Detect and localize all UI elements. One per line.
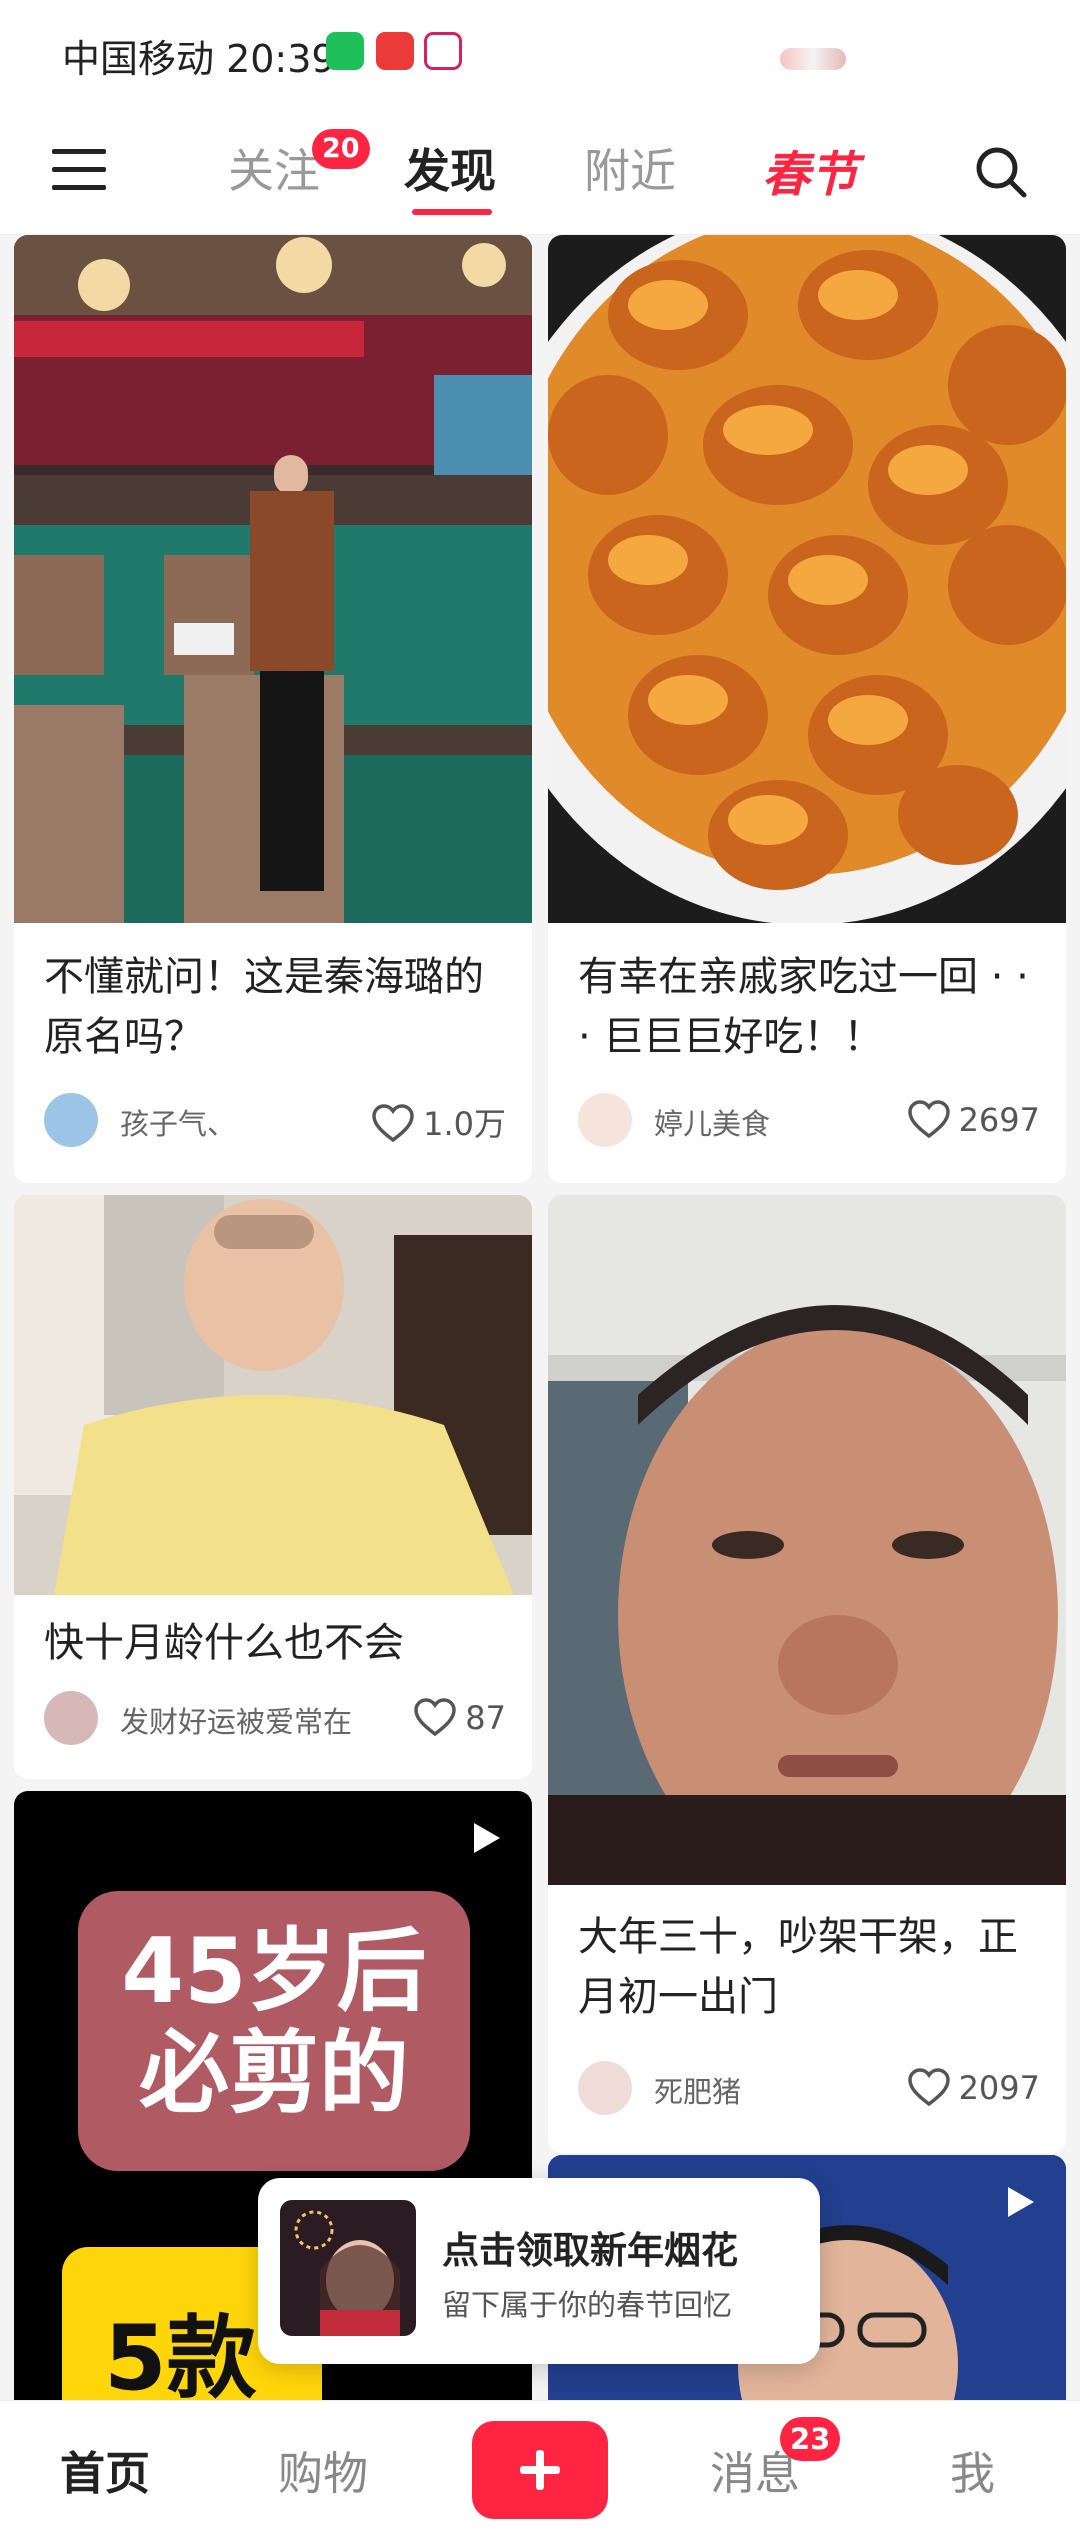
avatar[interactable]	[578, 2061, 632, 2115]
note-cover-image[interactable]	[14, 235, 532, 923]
author-name[interactable]: 婷儿美食	[654, 1101, 770, 1143]
fireworks-promo-popup[interactable]: 点击领取新年烟花 留下属于你的春节回忆	[258, 2178, 820, 2364]
video-cover-text: 45岁后必剪的	[121, 1919, 427, 2126]
plus-icon	[536, 2450, 544, 2490]
like-count: 2697	[958, 1101, 1040, 1139]
messages-count-badge: 23	[780, 2417, 841, 2461]
like-count: 87	[465, 1699, 506, 1737]
status-bar: 中国移动 20:39	[0, 0, 1080, 105]
tab-discover[interactable]: 发现	[404, 135, 496, 201]
bottom-navigation: 首页 购物 消息 23 我	[0, 2400, 1080, 2536]
author-name[interactable]: 发财好运被爱常在	[120, 1699, 352, 1741]
popup-thumbnail	[280, 2200, 416, 2336]
note-card[interactable]: 快十月龄什么也不会 发财好运被爱常在 87	[14, 1195, 532, 1779]
note-meta: 婷儿美食 2697	[578, 1093, 1040, 1149]
active-tab-indicator	[412, 209, 492, 215]
video-cover-text: 5款	[104, 2306, 257, 2400]
tab-follow[interactable]: 关注	[228, 135, 320, 201]
nav-me[interactable]: 我	[950, 2437, 995, 2502]
note-card[interactable]: 不懂就问！这是秦海璐的原名吗？ 孩子气、 1.0万	[14, 235, 532, 1183]
like-button[interactable]: 2697	[907, 1099, 1040, 1139]
follow-count-badge: 20	[312, 129, 370, 169]
note-meta: 孩子气、 1.0万	[44, 1093, 506, 1149]
nav-home[interactable]: 首页	[60, 2437, 150, 2502]
avatar[interactable]	[578, 1093, 632, 1147]
like-count: 2097	[958, 2069, 1040, 2107]
app-notification-icon	[424, 32, 462, 70]
note-cover-image[interactable]	[14, 1195, 532, 1595]
note-title[interactable]: 有幸在亲戚家吃过一回 · · · 巨巨巨好吃！！	[578, 947, 1042, 1067]
note-meta: 死肥猪 2097	[578, 2061, 1040, 2117]
popup-subtitle: 留下属于你的春节回忆	[442, 2288, 733, 2322]
note-title[interactable]: 不懂就问！这是秦海璐的原名吗？	[44, 947, 508, 1067]
note-title[interactable]: 快十月龄什么也不会	[44, 1613, 508, 1673]
menu-icon[interactable]	[52, 149, 106, 191]
author-name[interactable]: 死肥猪	[654, 2069, 741, 2111]
popup-title: 点击领取新年烟花	[442, 2229, 738, 2272]
heart-icon	[907, 1100, 950, 1139]
play-icon	[1008, 2187, 1034, 2217]
play-icon	[474, 1823, 500, 1853]
note-card[interactable]: 大年三十，吵架干架，正月初一出门 死肥猪 2097	[548, 1195, 1066, 2153]
discover-feed[interactable]: 不懂就问！这是秦海璐的原名吗？ 孩子气、 1.0万 有幸在亲戚家吃过一回 · ·…	[0, 235, 1080, 2400]
note-card[interactable]: 有幸在亲戚家吃过一回 · · · 巨巨巨好吃！！ 婷儿美食 2697	[548, 235, 1066, 1183]
app-notification-icon	[376, 32, 414, 70]
avatar[interactable]	[44, 1093, 98, 1147]
heart-icon	[414, 1698, 457, 1737]
heart-icon	[907, 2068, 950, 2107]
avatar[interactable]	[44, 1691, 98, 1745]
note-meta: 发财好运被爱常在 87	[44, 1691, 506, 1747]
status-carrier-time: 中国移动 20:39	[62, 37, 336, 81]
search-icon[interactable]	[974, 145, 1028, 199]
author-name[interactable]: 孩子气、	[120, 1101, 236, 1143]
like-count: 1.0万	[423, 1105, 506, 1143]
note-cover-image[interactable]	[548, 235, 1066, 923]
like-button[interactable]: 87	[413, 1697, 506, 1737]
top-navigation: 关注 20 发现 附近 春节	[0, 105, 1080, 235]
status-indicator-icon	[780, 48, 846, 70]
nav-shopping[interactable]: 购物	[278, 2437, 368, 2502]
like-button[interactable]: 1.0万	[371, 1099, 506, 1145]
tab-nearby[interactable]: 附近	[584, 135, 676, 201]
note-title[interactable]: 大年三十，吵架干架，正月初一出门	[578, 1907, 1042, 2027]
heart-icon	[372, 1104, 414, 1143]
note-cover-image[interactable]	[548, 1195, 1066, 1885]
like-button[interactable]: 2097	[907, 2067, 1040, 2107]
tab-spring-festival[interactable]: 春节	[762, 135, 858, 205]
add-post-button[interactable]	[472, 2421, 608, 2519]
wechat-notification-icon	[326, 32, 364, 70]
